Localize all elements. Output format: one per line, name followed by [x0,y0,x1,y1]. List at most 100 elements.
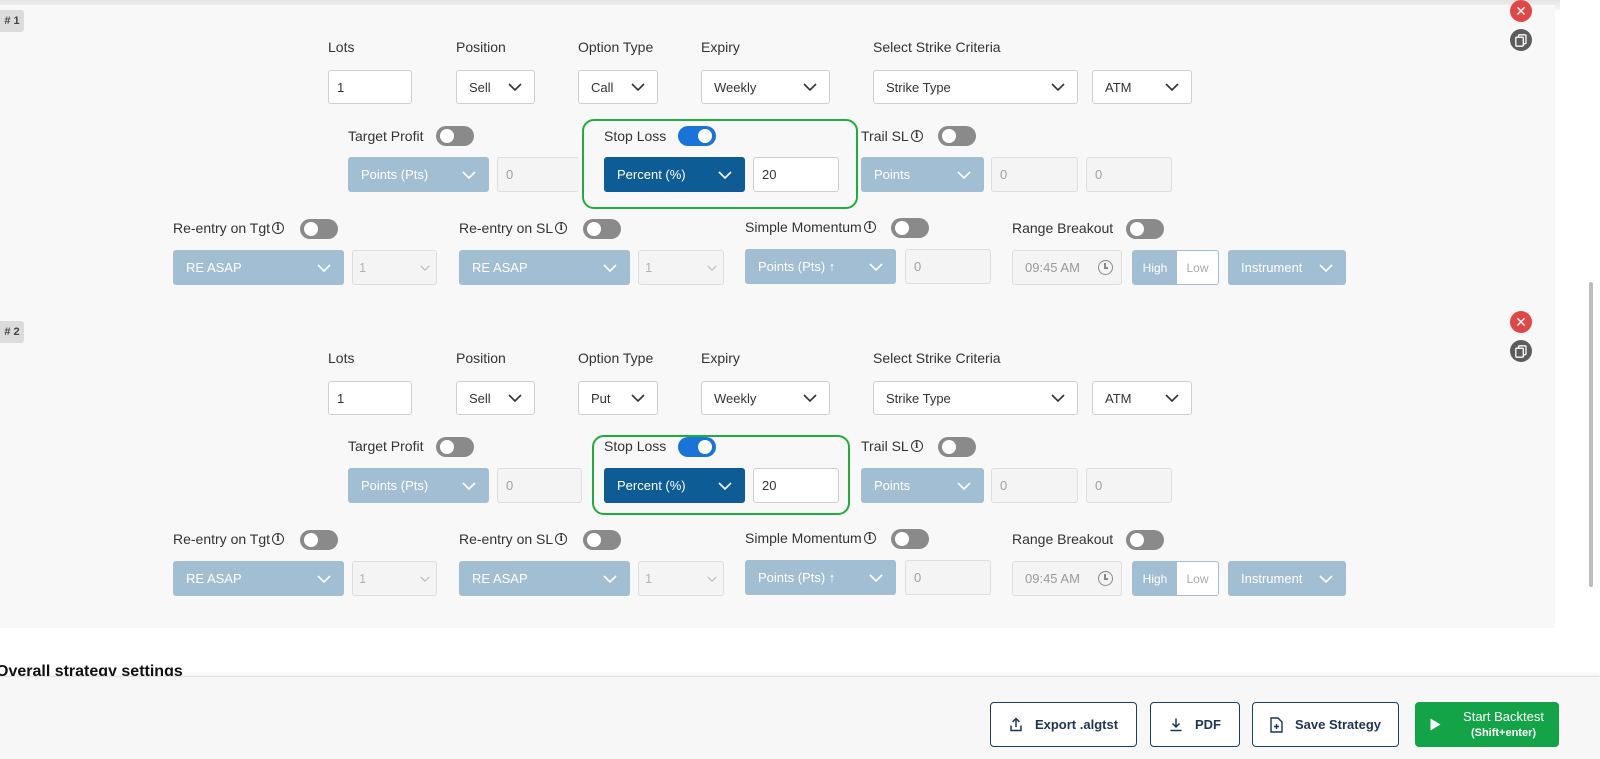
stop-loss-unit-select[interactable]: Percent (%) [604,157,745,192]
high-option[interactable]: High [1133,562,1177,595]
trail-sl-label: Trail SL i [861,127,923,145]
chevron-down-icon [707,575,717,582]
position-select[interactable]: Sell [456,70,535,104]
trail-sl-toggle[interactable] [938,437,976,457]
position-select[interactable]: Sell [456,381,535,415]
pdf-button[interactable]: PDF [1150,702,1240,747]
reentry-tgt-label: Re-entry on Tgt i [173,219,285,237]
delete-leg-button[interactable]: ✕ [1510,311,1532,333]
reentry-tgt-count: 1 [359,571,367,586]
target-profit-value-input[interactable]: 0 [497,468,582,503]
info-icon[interactable]: i [863,221,876,233]
simple-momentum-unit-select[interactable]: Points (Pts) ↑ [745,560,896,595]
chevron-down-icon [1051,394,1065,402]
info-icon[interactable]: i [272,533,285,545]
trail-sl-value1-input[interactable]: 0 [991,157,1078,192]
target-profit-toggle[interactable] [436,437,474,457]
save-strategy-button[interactable]: Save Strategy [1252,702,1399,747]
range-breakout-source-select[interactable]: Instrument [1228,561,1346,596]
copy-leg-button[interactable] [1510,29,1532,51]
range-breakout-time-input[interactable]: 09:45 AM [1012,561,1122,596]
simple-momentum-toggle[interactable] [891,529,929,549]
reentry-sl-toggle[interactable] [583,530,621,550]
range-breakout-toggle[interactable] [1126,530,1164,550]
reentry-sl-count-select[interactable]: 1 [638,250,724,285]
expiry-label: Expiry [701,39,740,55]
strike-criteria-label: Select Strike Criteria [873,39,1001,55]
stop-loss-unit-select[interactable]: Percent (%) [604,468,745,503]
reentry-tgt-count-select[interactable]: 1 [352,250,437,285]
high-option[interactable]: High [1133,251,1177,284]
reentry-sl-toggle[interactable] [583,219,621,239]
range-breakout-source-select[interactable]: Instrument [1228,250,1346,285]
target-profit-value-input[interactable]: 0 [497,157,579,192]
close-icon: ✕ [1515,313,1527,330]
info-icon[interactable]: i [910,440,923,452]
simple-momentum-toggle[interactable] [891,218,929,238]
info-icon[interactable]: i [555,222,568,234]
simple-momentum-label: Simple Momentum i [745,218,876,236]
reentry-tgt-mode-select[interactable]: RE ASAP [173,250,344,285]
target-profit-unit-select[interactable]: Points (Pts) [348,157,489,192]
info-icon[interactable]: i [555,533,568,545]
strike-type-select[interactable]: Strike Type [873,381,1078,415]
stop-loss-value-input[interactable]: 20 [753,468,839,503]
reentry-sl-mode-select[interactable]: RE ASAP [459,250,630,285]
info-icon[interactable]: i [272,222,285,234]
option-type-label: Option Type [578,39,654,55]
copy-leg-button[interactable] [1510,340,1532,362]
info-icon[interactable]: i [863,532,876,544]
target-profit-unit-select[interactable]: Points (Pts) [348,468,489,503]
strike-type-select[interactable]: Strike Type [873,70,1078,104]
position-label: Position [456,350,506,366]
stop-loss-toggle[interactable] [678,437,716,457]
strike-value: ATM [1105,390,1132,406]
lots-input[interactable]: 1 [328,381,412,415]
start-backtest-shortcut: (Shift+enter) [1470,726,1537,739]
chevron-down-icon [420,575,430,582]
scrollbar-thumb[interactable] [1589,282,1593,587]
strike-select[interactable]: ATM [1092,381,1192,415]
trail-sl-value2-input[interactable]: 0 [1086,157,1172,192]
trail-sl-value1-input[interactable]: 0 [991,468,1078,503]
range-breakout-time-input[interactable]: 09:45 AM [1012,250,1122,285]
range-breakout-toggle[interactable] [1126,219,1164,239]
simple-momentum-unit: Points (Pts) ↑ [758,259,836,274]
low-option[interactable]: Low [1177,251,1218,284]
lots-input[interactable]: 1 [328,70,412,104]
simple-momentum-unit-select[interactable]: Points (Pts) ↑ [745,249,896,284]
start-backtest-button[interactable]: Start Backtest (Shift+enter) [1415,702,1559,747]
reentry-tgt-mode-select[interactable]: RE ASAP [173,561,344,596]
stop-loss-unit: Percent (%) [617,478,686,493]
lots-label: Lots [328,350,355,366]
trail-sl-unit-select[interactable]: Points [861,468,984,503]
stop-loss-value-input[interactable]: 20 [753,157,839,192]
reentry-tgt-count-select[interactable]: 1 [352,561,437,596]
trail-sl-toggle[interactable] [938,126,976,146]
clock-icon [1098,260,1113,275]
chevron-down-icon [631,83,645,91]
target-profit-toggle[interactable] [436,126,474,146]
chevron-down-icon [869,573,883,582]
high-low-toggle-group: High Low [1132,250,1219,285]
expiry-select[interactable]: Weekly [701,381,830,415]
reentry-sl-mode-select[interactable]: RE ASAP [459,561,630,596]
strike-select[interactable]: ATM [1092,70,1192,104]
trail-sl-unit-select[interactable]: Points [861,157,984,192]
expiry-select[interactable]: Weekly [701,70,830,104]
delete-leg-button[interactable]: ✕ [1510,0,1532,22]
trail-sl-value2-input[interactable]: 0 [1086,468,1172,503]
export-button[interactable]: Export .algtst [990,702,1137,747]
stop-loss-toggle[interactable] [678,126,716,146]
reentry-tgt-toggle[interactable] [300,530,338,550]
option-type-select[interactable]: Call [578,70,658,104]
reentry-tgt-toggle[interactable] [300,219,338,239]
simple-momentum-value-input[interactable]: 0 [905,249,991,284]
simple-momentum-value-input[interactable]: 0 [905,560,991,595]
option-type-select[interactable]: Put [578,381,658,415]
reentry-sl-count-select[interactable]: 1 [638,561,724,596]
info-icon[interactable]: i [910,130,923,142]
chevron-down-icon [803,83,817,91]
reentry-tgt-count: 1 [359,260,367,275]
low-option[interactable]: Low [1177,562,1218,595]
